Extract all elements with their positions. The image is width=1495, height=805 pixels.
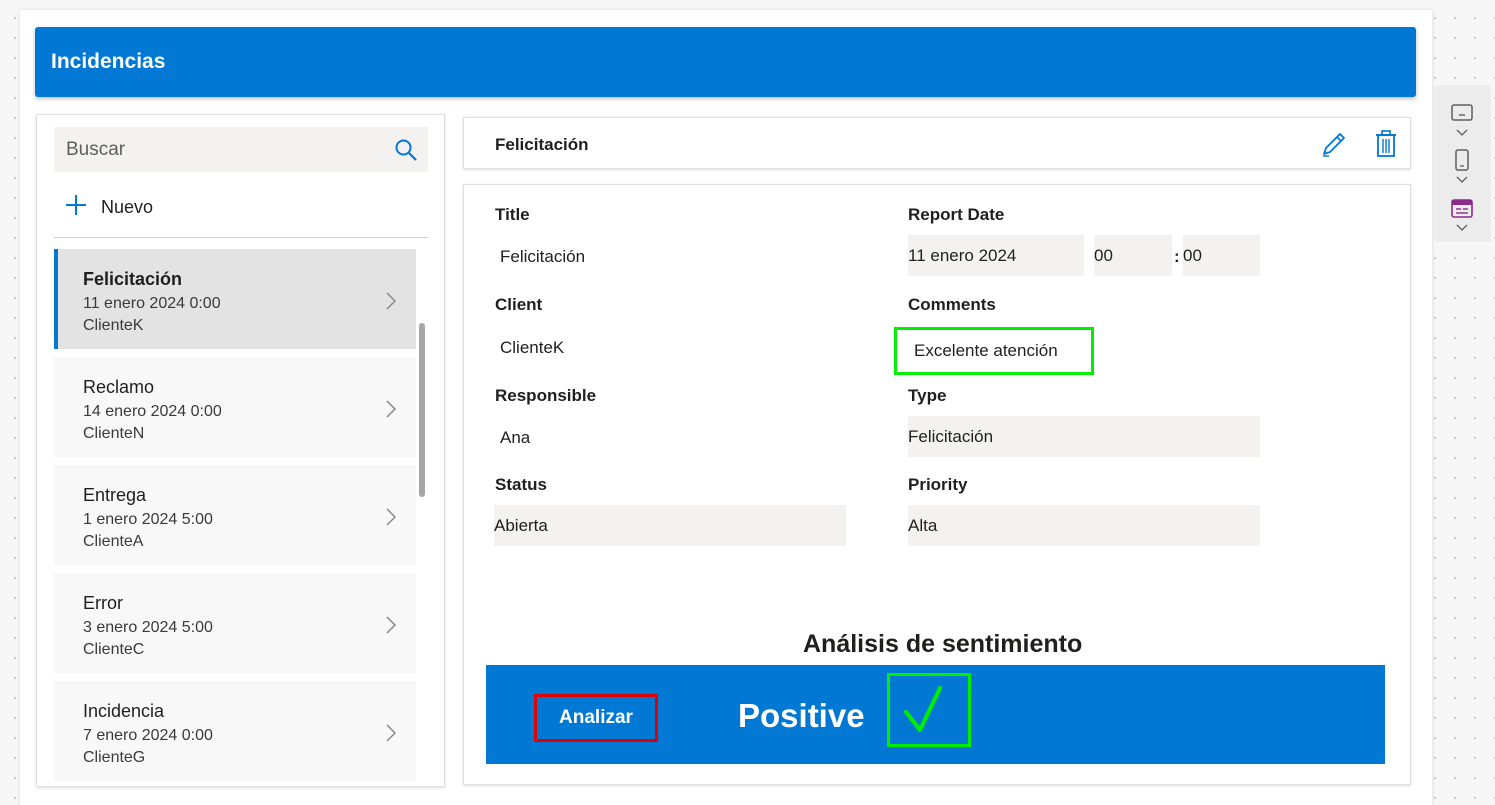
status-value: Abierta: [494, 515, 548, 535]
list-scrollbar[interactable]: [419, 323, 425, 497]
chevron-right-icon[interactable]: [384, 507, 398, 532]
incident-list-panel: Nuevo Felicitación 11 enero 2024 0:00 Cl…: [36, 114, 445, 787]
comments-field[interactable]: Excelente atención: [894, 327, 1094, 375]
chevron-right-icon[interactable]: [384, 291, 398, 316]
list-item[interactable]: Error 3 enero 2024 5:00 ClienteC: [54, 573, 416, 673]
item-date: 14 enero 2024 0:00: [83, 403, 222, 420]
responsible-value[interactable]: Ana: [500, 428, 530, 448]
status-label: Status: [495, 475, 547, 494]
item-client: ClienteA: [83, 533, 144, 550]
new-button-label: Nuevo: [101, 196, 154, 217]
phone-layout-icon[interactable]: [1451, 149, 1473, 192]
item-title: Entrega: [83, 485, 147, 505]
status-field[interactable]: Abierta: [494, 505, 846, 546]
sentiment-indicator: [887, 673, 971, 747]
item-title: Reclamo: [83, 377, 155, 397]
search-icon[interactable]: [394, 138, 418, 167]
analyze-button[interactable]: Analizar: [534, 694, 658, 742]
minute-value: 00: [1183, 245, 1202, 265]
report-date-label: Report Date: [908, 205, 1005, 224]
app-header: Incidencias: [35, 27, 1416, 97]
item-title: Incidencia: [83, 701, 165, 721]
pencil-icon[interactable]: [1320, 130, 1346, 163]
chevron-right-icon[interactable]: [384, 615, 398, 640]
comments-label: Comments: [908, 295, 996, 314]
search-input[interactable]: [54, 127, 384, 172]
list-item[interactable]: Reclamo 14 enero 2024 0:00 ClienteN: [54, 357, 416, 457]
type-field[interactable]: Felicitación: [908, 416, 1260, 457]
item-client: ClienteN: [83, 425, 145, 442]
detail-header: Felicitación: [463, 117, 1411, 169]
chevron-right-icon[interactable]: [384, 399, 398, 424]
item-title: Error: [83, 593, 123, 613]
search-box: [54, 127, 428, 172]
item-date: 3 enero 2024 5:00: [83, 619, 213, 636]
client-value[interactable]: ClienteK: [500, 338, 564, 358]
item-client: ClienteG: [83, 749, 146, 766]
list-item[interactable]: Incidencia 7 enero 2024 0:00 ClienteG: [54, 681, 416, 781]
checkmark-icon: [890, 686, 968, 748]
layout-toolbar: [1433, 85, 1491, 242]
sentiment-title: Análisis de sentimiento: [803, 630, 1083, 658]
hour-dropdown[interactable]: 00: [1094, 235, 1172, 276]
priority-label: Priority: [908, 475, 968, 494]
form-layout-icon[interactable]: [1451, 198, 1473, 241]
list-item[interactable]: Felicitación 11 enero 2024 0:00 ClienteK: [54, 249, 416, 349]
type-value: Felicitación: [908, 426, 994, 446]
type-label: Type: [908, 386, 947, 405]
time-separator: :: [1174, 247, 1180, 266]
divider: [54, 237, 428, 238]
item-date: 11 enero 2024 0:00: [83, 295, 221, 312]
tablet-layout-icon[interactable]: [1451, 103, 1473, 144]
report-date-value: 11 enero 2024: [908, 245, 1017, 265]
item-client: ClienteK: [83, 317, 144, 334]
plus-icon: [65, 194, 87, 221]
chevron-right-icon[interactable]: [384, 723, 398, 748]
client-label: Client: [495, 295, 543, 314]
item-title: Felicitación: [83, 269, 183, 289]
hour-value: 00: [1094, 245, 1113, 265]
app-title: Incidencias: [51, 50, 166, 73]
responsible-label: Responsible: [495, 386, 597, 405]
trash-icon[interactable]: [1374, 130, 1398, 163]
sentiment-panel: Analizar Positive: [486, 665, 1385, 764]
detail-title: Felicitación: [495, 135, 589, 154]
minute-dropdown[interactable]: 00: [1183, 235, 1260, 276]
comments-value: Excelente atención: [914, 341, 1058, 360]
incident-list: Felicitación 11 enero 2024 0:00 ClienteK…: [54, 249, 416, 786]
title-label: Title: [495, 205, 530, 224]
priority-value: Alta: [908, 515, 938, 535]
item-date: 1 enero 2024 5:00: [83, 511, 213, 528]
item-client: ClienteC: [83, 641, 145, 658]
item-date: 7 enero 2024 0:00: [83, 727, 213, 744]
title-value[interactable]: Felicitación: [500, 247, 585, 267]
new-button[interactable]: Nuevo: [65, 193, 153, 221]
list-item[interactable]: Entrega 1 enero 2024 5:00 ClienteA: [54, 465, 416, 565]
report-date-picker[interactable]: 11 enero 2024: [908, 235, 1084, 276]
priority-field[interactable]: Alta: [908, 505, 1260, 546]
sentiment-result: Positive: [738, 697, 865, 734]
